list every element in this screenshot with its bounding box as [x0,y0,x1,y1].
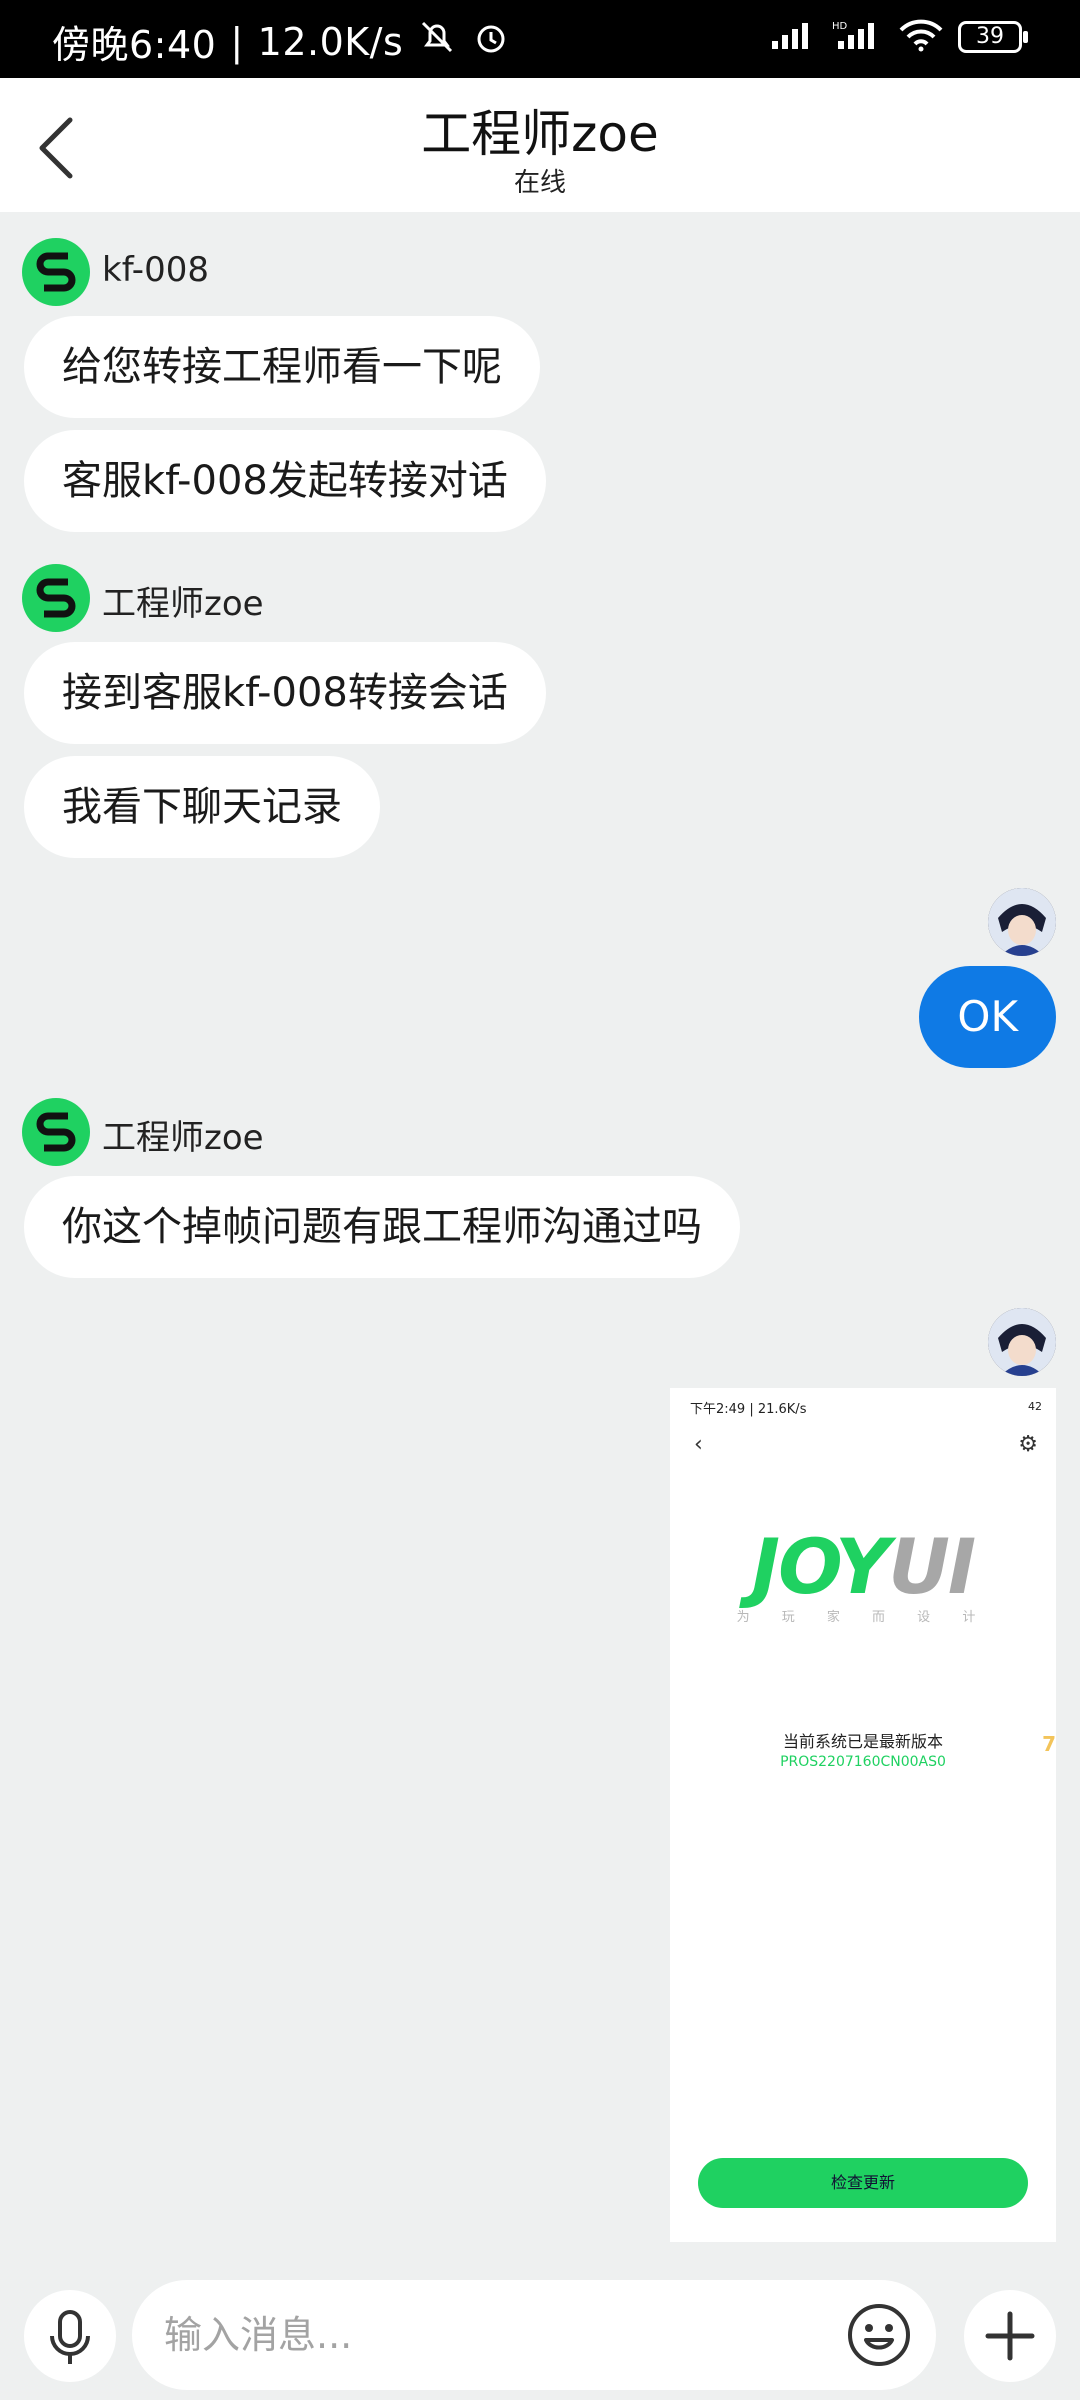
alarm-icon [471,17,511,66]
message-bubble-sent[interactable]: OK [919,966,1056,1068]
signal-icon [770,19,818,55]
screenshot-update-status: 当前系统已是最新版本 [782,1732,943,1751]
online-status: 在线 [513,168,566,198]
image-message[interactable]: 下午2:49 | 21.6K/s 42 ‹ ⚙ JOYUI 为 玩 家 而 设 … [670,1388,1056,2242]
sender-name: kf-008 [102,250,209,290]
user-avatar[interactable] [988,1308,1056,1376]
status-net-speed: 12.0K/s [257,19,404,64]
sender-name: 工程师zoe [102,584,264,624]
screenshot-gear-icon: ⚙ [1018,1432,1038,1457]
screenshot-battery: 42 [1028,1400,1042,1413]
anime-avatar-icon [988,888,1056,956]
message-input-placeholder: 输入消息... [164,2313,353,2357]
logo-ui: UI [888,1522,976,1611]
svg-text:HD: HD [832,21,848,32]
message-bubble[interactable]: 我看下聊天记录 [24,756,380,858]
status-bar: 傍晚6:40 | 12.0K/s HD 39 [0,0,1080,78]
screenshot-version: PROS2207160CN00AS0 [780,1754,946,1770]
message-input[interactable]: 输入消息... [132,2280,936,2390]
screenshot-status-text: 下午2:49 | 21.6K/s [690,1402,807,1417]
status-bar-left: 傍晚6:40 | 12.0K/s [52,14,511,69]
anime-avatar-icon [988,1308,1056,1376]
input-bar: 输入消息... [0,2270,1080,2400]
screenshot-check-update-button: 检查更新 [698,2158,1028,2208]
status-bar-right: HD 39 [770,18,1028,56]
screenshot-back-icon: ‹ [694,1432,703,1457]
status-divider: | [230,19,244,64]
screenshot-tagline: 为 玩 家 而 设 计 [736,1610,990,1625]
agent-avatar[interactable] [22,238,90,306]
voice-button[interactable] [24,2290,116,2382]
battery-icon: 39 [958,21,1028,53]
plus-icon [985,2311,1035,2361]
mute-bell-icon [417,17,457,66]
emoji-icon [848,2304,910,2366]
emoji-button[interactable] [844,2300,914,2370]
message-bubble[interactable]: 客服kf-008发起转接对话 [24,430,546,532]
chat-title: 工程师zoe [421,105,659,163]
message-bubble[interactable]: 给您转接工程师看一下呢 [24,316,540,418]
more-button[interactable] [964,2290,1056,2382]
message-bubble[interactable]: 接到客服kf-008转接会话 [24,642,546,744]
screenshot-badge-icon: 7 [1042,1732,1056,1756]
microphone-icon [50,2310,90,2364]
brand-s-icon [36,252,76,292]
joyui-logo: JOYUI [670,1522,1056,1611]
brand-s-icon [36,1112,76,1152]
brand-s-icon [36,578,76,618]
chat-header: 工程师zoe 在线 [0,78,1080,212]
wifi-icon [898,18,944,56]
message-bubble[interactable]: 你这个掉帧问题有跟工程师沟通过吗 [24,1176,740,1278]
status-time: 傍晚6:40 [52,23,217,67]
engineer-avatar[interactable] [22,1098,90,1166]
logo-joy: JOY [751,1522,890,1611]
user-avatar[interactable] [988,888,1056,956]
sender-name: 工程师zoe [102,1118,264,1158]
engineer-avatar[interactable] [22,564,90,632]
signal-hd-icon: HD [832,19,884,55]
